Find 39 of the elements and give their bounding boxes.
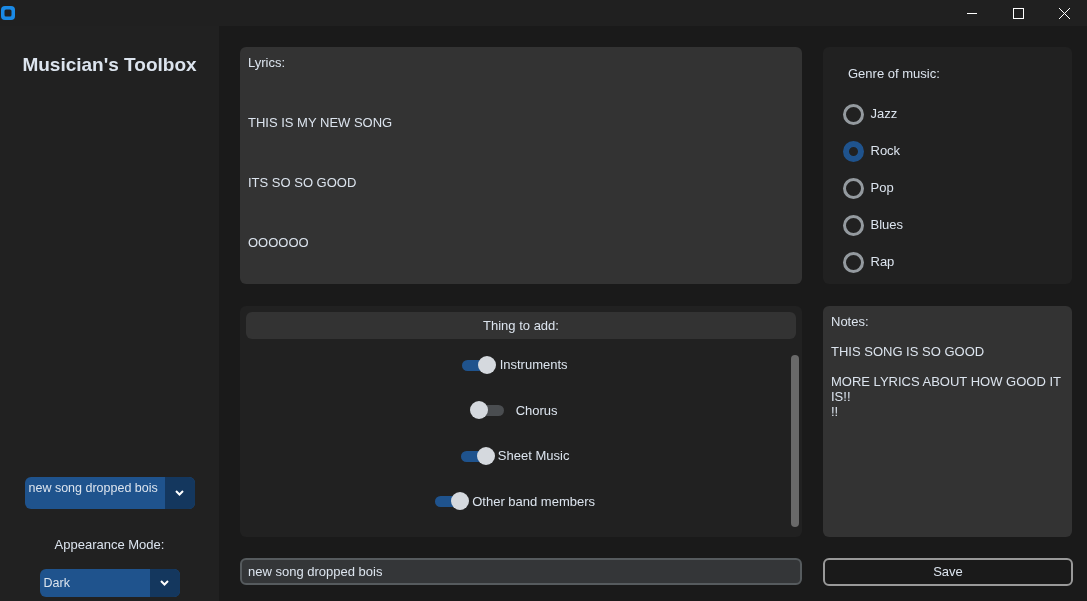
caret-icon [160,580,169,586]
close-icon [1058,7,1070,19]
text-line: Lyrics: [248,55,287,72]
radio-button[interactable] [843,177,864,199]
text-line: THIS SONG IS SO GOOD [831,344,986,359]
radio-option[interactable]: Rap [843,251,1072,273]
switch-option[interactable]: Chorus [470,400,558,420]
switch-option[interactable]: Sheet Music [458,446,570,466]
dropdown-menu[interactable]: Dark [39,569,180,597]
radio-button[interactable] [843,214,864,236]
radio-option[interactable]: Jazz [843,103,1072,125]
text-line: MORE LYRICS ABOUT HOW GOOD IT IS!! [831,374,1062,404]
radio-option[interactable]: Rock [843,140,1072,162]
text-line: !! [831,404,840,419]
notes-textbox[interactable]: Notes: THIS SONG IS SO GOOD MORE LYRICS ABOUT HOW GOOD IT IS!! !! [823,306,1072,537]
text-line: Notes: [831,314,870,329]
dropdown-menu[interactable]: new song dropped bois [24,476,195,509]
radio-option[interactable]: Blues [843,214,1072,236]
caret-icon [175,489,184,496]
radio-option[interactable]: Pop [843,177,1072,199]
genre-label: Genre of music: [847,65,941,83]
switch-option[interactable]: Other band members [432,491,596,511]
save-button[interactable]: Save [823,558,1073,586]
lyrics-textbox[interactable]: Lyrics: THIS IS MY NEW SONG ITS SO SO GOOD OOOOOO [240,47,802,284]
app-title: Musician's Toolbox [22,53,197,77]
text-line: THIS IS MY NEW SONG [248,115,394,132]
minimize-icon [967,12,977,14]
radio-button[interactable] [843,103,864,125]
radio-button[interactable] [843,251,864,273]
text-line: OOOOOO [248,235,310,252]
switch-option[interactable]: Instruments [460,355,568,375]
maximize-icon [1012,7,1024,19]
section-header: Thing to add: [246,312,796,339]
scrollbar[interactable] [791,355,799,527]
text-line: ITS SO SO GOOD [248,175,358,192]
radio-button[interactable] [843,140,864,162]
appearance-label: Appearance Mode: [54,535,165,554]
name-field[interactable]: new song dropped bois [240,558,802,585]
toggle-switch[interactable] [460,355,497,374]
